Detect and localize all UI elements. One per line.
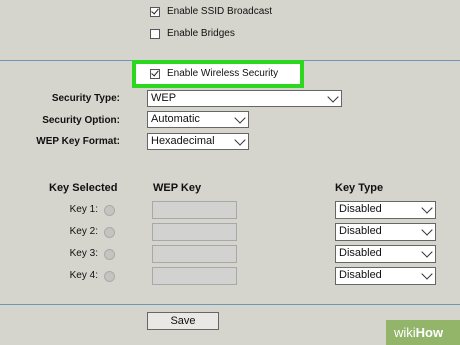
key-1-type-value: Disabled [339,203,382,215]
security-type-value: WEP [151,92,177,104]
chevron-down-icon [421,246,433,258]
bridges-checkbox[interactable] [150,29,160,39]
check-icon [151,68,159,77]
wikihow-logo-wiki: wiki [394,325,416,340]
chevron-down-icon [327,91,339,103]
security-type-label: Security Type: [51,93,120,104]
divider-bottom [0,304,460,305]
key-selected-header: Key Selected [49,182,118,194]
key-4-input[interactable] [152,267,237,285]
key-1-label: Key 1: [69,204,98,215]
wireless-security-label: Enable Wireless Security [167,68,279,79]
ssid-broadcast-label: Enable SSID Broadcast [167,6,273,17]
key-2-input[interactable] [152,223,237,241]
wireless-security-checkbox[interactable] [150,68,160,79]
bridges-label: Enable Bridges [167,28,235,39]
chevron-down-icon [421,224,433,236]
key-1-type-select[interactable]: Disabled [335,201,436,219]
security-option-value: Automatic [151,113,200,125]
key-4-type-value: Disabled [339,269,382,281]
wikihow-logo-how: How [415,325,444,340]
key-3-label: Key 3: [69,248,98,259]
ssid-broadcast-checkbox[interactable] [150,6,160,17]
save-button[interactable]: Save [147,312,219,330]
wep-key-header: WEP Key [153,182,202,194]
security-type-select[interactable]: WEP [147,90,342,107]
chevron-down-icon [421,268,433,280]
key-3-type-select[interactable]: Disabled [335,245,436,263]
key-3-radio[interactable] [104,249,115,260]
security-option-label: Security Option: [42,115,120,126]
security-option-select[interactable]: Automatic [147,111,249,128]
key-4-type-select[interactable]: Disabled [335,267,436,285]
key-1-radio[interactable] [104,205,115,216]
key-2-label: Key 2: [69,226,98,237]
key-4-radio[interactable] [104,271,115,282]
key-2-type-value: Disabled [339,225,382,237]
key-2-type-select[interactable]: Disabled [335,223,436,241]
key-type-header: Key Type [335,182,384,194]
key-3-type-value: Disabled [339,247,382,259]
key-format-label: WEP Key Format: [36,136,120,147]
key-format-select[interactable]: Hexadecimal [147,133,249,150]
chevron-down-icon [234,134,246,146]
key-format-value: Hexadecimal [151,135,215,147]
key-4-label: Key 4: [69,270,98,281]
key-3-input[interactable] [152,245,237,263]
wikihow-logo: wikiHow [386,320,460,345]
key-1-input[interactable] [152,201,237,219]
key-2-radio[interactable] [104,227,115,238]
chevron-down-icon [234,112,246,124]
check-icon [151,6,159,15]
chevron-down-icon [421,202,433,214]
